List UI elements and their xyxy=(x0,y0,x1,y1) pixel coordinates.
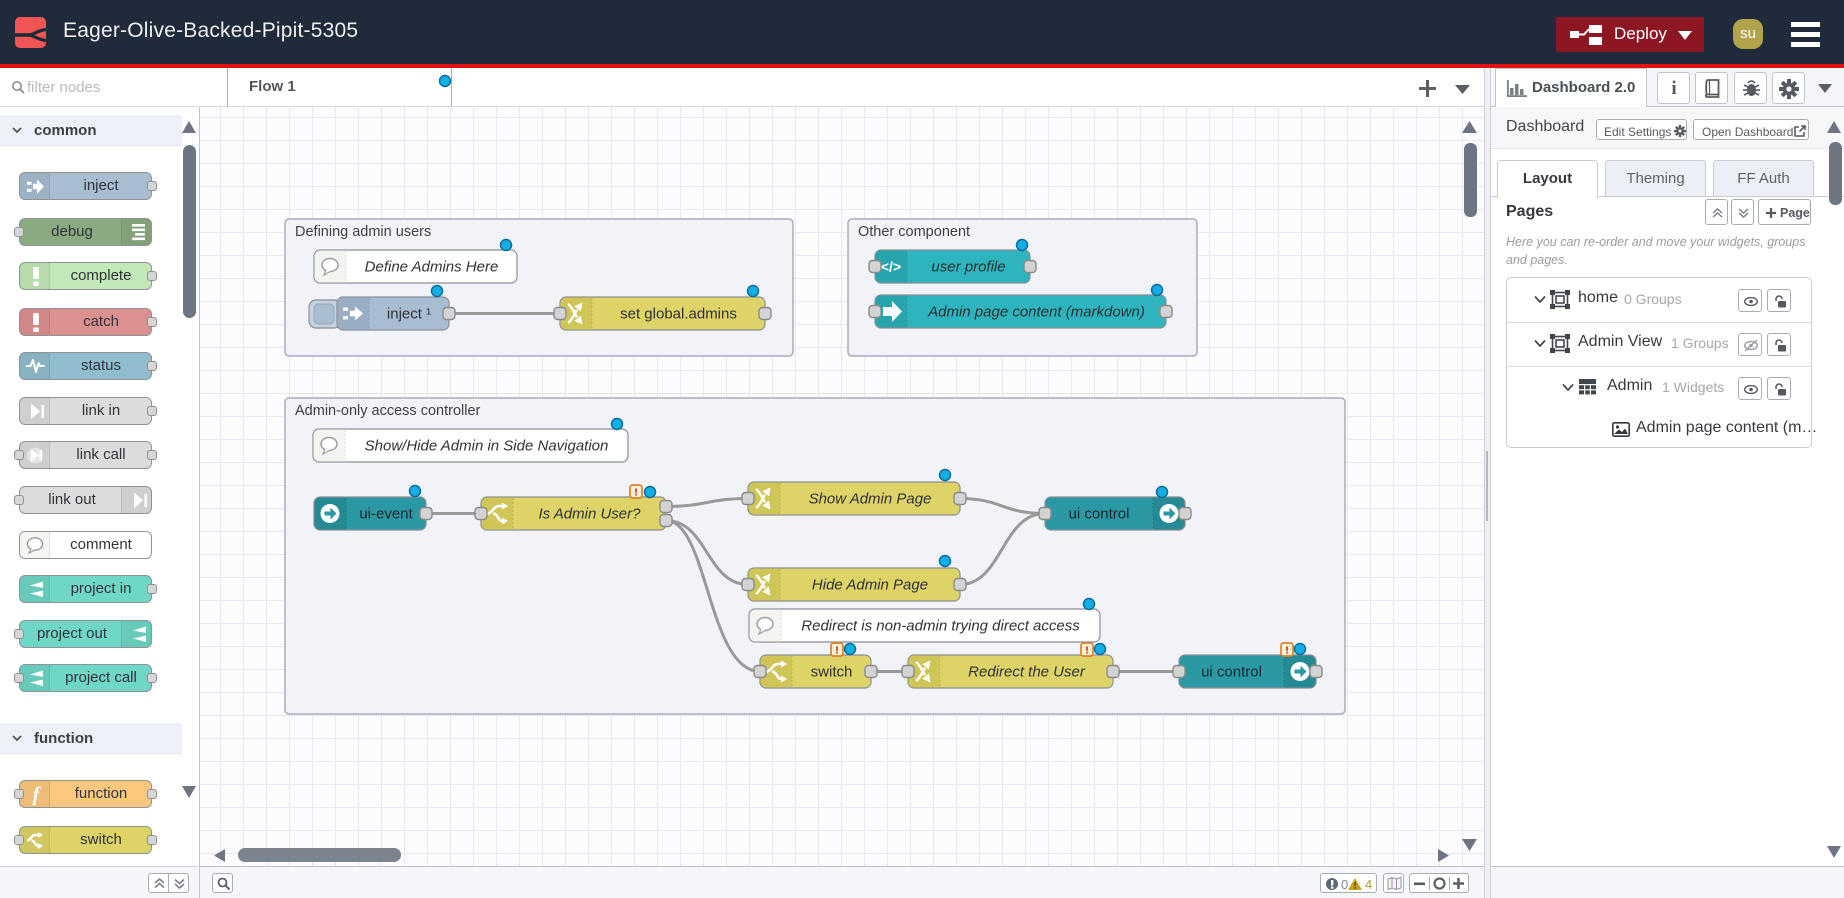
svg-text:Show Admin Page: Show Admin Page xyxy=(809,491,932,508)
svg-text:Other component: Other component xyxy=(858,224,970,240)
svg-text:Define Admins Here: Define Admins Here xyxy=(365,259,499,276)
svg-text:Redirect the User: Redirect the User xyxy=(968,664,1086,681)
svg-text:f: f xyxy=(33,783,42,806)
svg-text:i: i xyxy=(1671,79,1676,99)
svg-text:inject ¹: inject ¹ xyxy=(387,306,431,323)
svg-text:switch: switch xyxy=(811,664,853,681)
svg-text:ui-event: ui-event xyxy=(359,506,413,523)
svg-text:Defining admin users: Defining admin users xyxy=(295,224,431,240)
svg-text:0: 0 xyxy=(1341,877,1348,891)
svg-text:Admin-only access controller: Admin-only access controller xyxy=(295,403,481,419)
svg-text:Hide Admin Page: Hide Admin Page xyxy=(812,577,928,594)
svg-text:Admin page content (markdown): Admin page content (markdown) xyxy=(927,304,1145,321)
svg-text:ui control: ui control xyxy=(1201,664,1262,681)
svg-text:user profile: user profile xyxy=(931,259,1005,276)
svg-text:Show/Hide Admin in Side Naviga: Show/Hide Admin in Side Navigation xyxy=(365,438,609,455)
svg-text:Redirect is non-admin trying d: Redirect is non-admin trying direct acce… xyxy=(801,618,1080,635)
svg-text:</>: </> xyxy=(881,259,901,275)
svg-text:!: ! xyxy=(835,645,839,657)
svg-text:4: 4 xyxy=(1365,877,1372,891)
svg-text:Is Admin User?: Is Admin User? xyxy=(539,506,642,523)
svg-text:ui control: ui control xyxy=(1069,506,1130,523)
svg-text:!: ! xyxy=(634,487,638,499)
svg-text:set global.admins: set global.admins xyxy=(620,306,737,323)
svg-text:!: ! xyxy=(1285,645,1289,657)
svg-text:!: ! xyxy=(1085,645,1089,657)
